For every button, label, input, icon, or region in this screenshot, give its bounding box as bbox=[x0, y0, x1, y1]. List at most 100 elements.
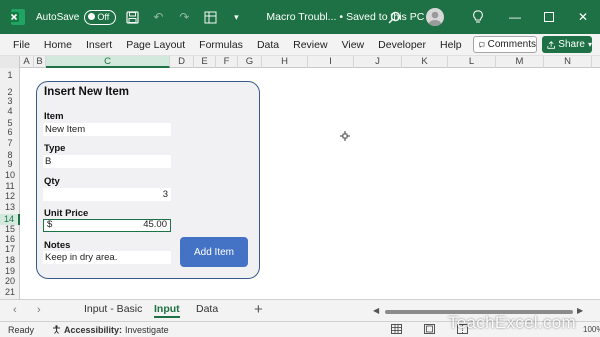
column-header[interactable]: D bbox=[170, 56, 194, 68]
row-header[interactable]: 20 bbox=[0, 277, 20, 286]
column-header[interactable]: F bbox=[216, 56, 238, 68]
row-header[interactable]: 12 bbox=[0, 192, 20, 201]
add-item-button[interactable]: Add Item bbox=[180, 237, 248, 267]
share-button[interactable]: Share ▾ bbox=[542, 36, 592, 53]
row-header[interactable]: 21 bbox=[0, 288, 20, 297]
close-icon[interactable]: ✕ bbox=[566, 0, 600, 34]
zoom-level[interactable]: 100% bbox=[583, 325, 600, 334]
tab-review[interactable]: Review bbox=[286, 34, 334, 56]
row-header[interactable]: 17 bbox=[0, 245, 20, 254]
column-header[interactable]: A bbox=[20, 56, 34, 68]
row-header[interactable]: 16 bbox=[0, 235, 20, 244]
row-header[interactable]: 18 bbox=[0, 256, 20, 265]
sheet-tab-data[interactable]: Data bbox=[196, 303, 218, 315]
toggle-knob bbox=[88, 13, 96, 20]
row-header[interactable]: 5 bbox=[0, 119, 20, 128]
accessibility-label: Accessibility: bbox=[64, 324, 123, 335]
tab-formulas[interactable]: Formulas bbox=[192, 34, 250, 56]
column-header[interactable]: K bbox=[402, 56, 448, 68]
comment-icon bbox=[479, 41, 485, 48]
column-header-selected[interactable]: C bbox=[46, 56, 170, 68]
autosave-label: AutoSave bbox=[36, 11, 80, 23]
row-header[interactable]: 15 bbox=[0, 225, 20, 234]
unit-price-field[interactable]: $ 45.00 bbox=[43, 219, 171, 232]
type-field[interactable]: B bbox=[43, 155, 171, 168]
column-header[interactable]: H bbox=[262, 56, 308, 68]
tab-view[interactable]: View bbox=[335, 34, 372, 56]
tab-home[interactable]: Home bbox=[37, 34, 79, 56]
sheet-tab-input-basic[interactable]: Input - Basic bbox=[84, 303, 142, 315]
minimize-icon[interactable]: — bbox=[498, 0, 532, 34]
column-header[interactable]: G bbox=[238, 56, 262, 68]
column-header[interactable]: L bbox=[448, 56, 496, 68]
status-ready: Ready bbox=[8, 324, 35, 335]
row-header[interactable]: 3 bbox=[0, 97, 20, 106]
row-header[interactable]: 4 bbox=[0, 107, 20, 116]
row-header[interactable]: 9 bbox=[0, 160, 20, 169]
lightbulb-icon[interactable] bbox=[468, 7, 488, 27]
maximize-icon[interactable] bbox=[532, 0, 566, 34]
column-header[interactable]: I bbox=[308, 56, 354, 68]
tab-developer[interactable]: Developer bbox=[371, 34, 433, 56]
comments-button[interactable]: Comments bbox=[473, 36, 537, 53]
scroll-right-icon[interactable]: ▶ bbox=[577, 306, 583, 315]
autosave-toggle[interactable]: Off bbox=[84, 9, 117, 25]
currency-symbol: $ bbox=[47, 219, 53, 230]
column-header[interactable]: J bbox=[354, 56, 402, 68]
accessibility-value: Investigate bbox=[125, 324, 169, 335]
chevron-left-icon[interactable]: ‹ bbox=[13, 304, 17, 316]
notes-label: Notes bbox=[44, 240, 71, 251]
row-header[interactable]: 11 bbox=[0, 182, 20, 191]
select-all-corner[interactable] bbox=[0, 56, 20, 68]
row-header[interactable]: 13 bbox=[0, 203, 20, 212]
type-label: Type bbox=[44, 143, 66, 154]
tab-file[interactable]: File bbox=[0, 34, 37, 56]
chevron-right-icon[interactable]: › bbox=[37, 304, 41, 316]
undo-icon[interactable]: ↶ bbox=[148, 7, 168, 27]
row-header[interactable]: 19 bbox=[0, 267, 20, 276]
column-header[interactable]: E bbox=[194, 56, 216, 68]
page-layout-icon[interactable] bbox=[424, 324, 436, 335]
tab-data[interactable]: Data bbox=[250, 34, 286, 56]
sheet-tab-input[interactable]: Input bbox=[154, 303, 180, 318]
add-sheet-button[interactable]: + bbox=[254, 301, 263, 318]
ribbon-tabs: File Home Insert Page Layout Formulas Da… bbox=[0, 34, 600, 56]
insert-item-form: Insert New Item Item New Item Type B Qty… bbox=[36, 81, 260, 279]
qty-field[interactable]: 3 bbox=[43, 188, 171, 201]
normal-view-icon[interactable] bbox=[391, 324, 403, 335]
notes-field[interactable]: Keep in dry area. bbox=[43, 251, 171, 264]
scroll-left-icon[interactable]: ◀ bbox=[373, 306, 379, 315]
chevron-down-icon: ▾ bbox=[587, 40, 592, 49]
column-header[interactable]: M bbox=[496, 56, 544, 68]
redo-icon[interactable]: ↷ bbox=[174, 7, 194, 27]
row-header[interactable]: 6 bbox=[0, 128, 20, 137]
row-header[interactable]: 1 bbox=[0, 71, 20, 80]
accessibility-icon bbox=[53, 325, 61, 334]
row-header[interactable]: 10 bbox=[0, 171, 20, 180]
item-field[interactable]: New Item bbox=[43, 123, 171, 136]
autosave-state: Off bbox=[97, 12, 110, 22]
tab-insert[interactable]: Insert bbox=[79, 34, 119, 56]
accessibility-status[interactable]: Accessibility: Investigate bbox=[52, 325, 169, 335]
save-icon[interactable] bbox=[122, 7, 142, 27]
search-icon[interactable] bbox=[384, 7, 404, 27]
worksheet-grid[interactable]: A B C D E F G H I J K L M N 1 2 3 4 5 6 … bbox=[0, 56, 600, 299]
avatar[interactable] bbox=[426, 8, 444, 26]
tab-help[interactable]: Help bbox=[433, 34, 469, 56]
share-label: Share bbox=[558, 39, 585, 50]
title-separator: • bbox=[339, 11, 344, 23]
row-header[interactable]: 8 bbox=[0, 151, 20, 160]
row-header[interactable]: 7 bbox=[0, 139, 20, 148]
unit-price-label: Unit Price bbox=[44, 208, 89, 219]
share-icon bbox=[547, 40, 555, 49]
column-header[interactable]: B bbox=[34, 56, 46, 68]
watermark: TeachExcel.com bbox=[448, 313, 576, 332]
quick-access-dropdown-icon[interactable]: ▾ bbox=[226, 7, 246, 27]
tab-page-layout[interactable]: Page Layout bbox=[119, 34, 192, 56]
column-header[interactable]: N bbox=[544, 56, 592, 68]
item-label: Item bbox=[44, 111, 64, 122]
form-title: Insert New Item bbox=[44, 86, 129, 98]
customize-icon[interactable] bbox=[200, 7, 220, 27]
file-title: Macro Troubl... bbox=[266, 11, 337, 23]
row-header[interactable]: 2 bbox=[0, 88, 20, 97]
